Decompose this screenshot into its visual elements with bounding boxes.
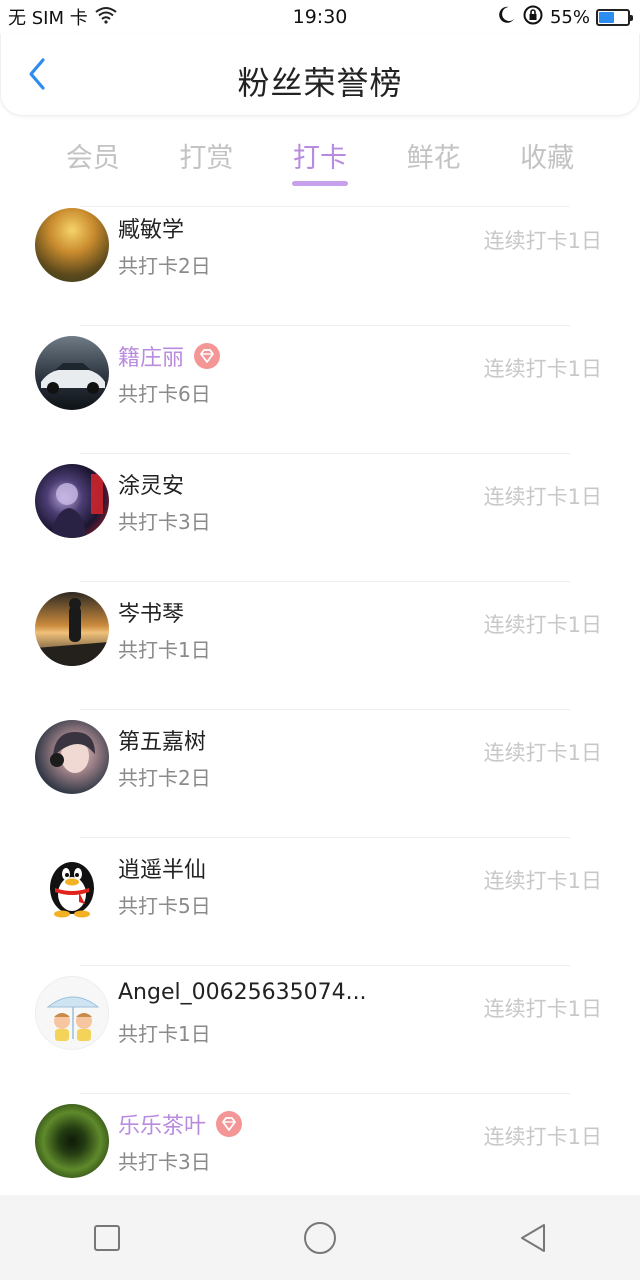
square-icon — [93, 1224, 120, 1251]
carrier-text: 无 SIM 卡 — [8, 8, 88, 29]
diamond-icon — [194, 343, 221, 369]
user-name: 逍遥半仙 — [118, 858, 207, 883]
page-title: 粉丝荣誉榜 — [237, 64, 403, 102]
diamond-icon — [216, 1111, 243, 1137]
user-name: 涂灵安 — [118, 474, 185, 499]
home-button[interactable] — [290, 1208, 350, 1268]
status-bar: 无 SIM 卡 19:30 55% — [0, 0, 640, 34]
avatar[interactable] — [35, 208, 109, 282]
name-line: 籍庄丽 — [118, 340, 221, 372]
car-image — [41, 363, 105, 394]
avatar[interactable] — [35, 1104, 109, 1178]
concert-image — [51, 474, 103, 538]
streak-checkins: 连续打卡1日 — [483, 869, 602, 893]
total-checkins: 共打卡6日 — [118, 382, 211, 406]
user-name: 第五嘉树 — [118, 730, 207, 755]
battery-text: 55% — [549, 6, 590, 28]
triangle-back-icon — [521, 1223, 546, 1252]
checkin-list: 臧敏学 共打卡2日 连续打卡1日 籍庄丽 共打卡6日 连续打卡1日 涂灵安 共打… — [0, 200, 640, 1195]
name-line: 臧敏学 — [118, 212, 184, 244]
total-checkins: 共打卡1日 — [118, 638, 211, 662]
user-name: 籍庄丽 — [118, 346, 185, 371]
rotation-lock-icon — [522, 4, 544, 31]
status-left: 无 SIM 卡 — [8, 4, 118, 30]
tab-checkin[interactable]: 打卡 — [263, 130, 377, 190]
tab-favorites[interactable]: 收藏 — [490, 130, 604, 190]
tab-bar: 会员 打赏 打卡 鲜花 收藏 — [36, 130, 604, 190]
penguin-icon — [50, 862, 94, 918]
list-item[interactable]: 岑书琴 共打卡1日 连续打卡1日 — [0, 582, 640, 710]
sunset-image — [35, 598, 109, 666]
list-item[interactable]: 涂灵安 共打卡3日 连续打卡1日 — [0, 454, 640, 582]
header: 粉丝荣誉榜 — [0, 34, 640, 116]
battery-level — [599, 11, 615, 23]
streak-checkins: 连续打卡1日 — [483, 485, 602, 509]
tab-member[interactable]: 会员 — [36, 130, 150, 190]
name-line: Angel_00625635074... — [118, 980, 367, 1005]
streak-checkins: 连续打卡1日 — [483, 1125, 602, 1149]
name-line: 逍遥半仙 — [118, 852, 206, 884]
streak-checkins: 连续打卡1日 — [483, 357, 602, 381]
total-checkins: 共打卡2日 — [118, 766, 211, 790]
streak-checkins: 连续打卡1日 — [483, 997, 602, 1021]
moon-icon — [496, 5, 516, 30]
list-item[interactable]: 乐乐茶叶 共打卡3日 连续打卡1日 — [0, 1094, 640, 1195]
user-name: 岑书琴 — [118, 602, 185, 627]
list-item[interactable]: 逍遥半仙 共打卡5日 连续打卡1日 — [0, 838, 640, 966]
list-item[interactable]: 籍庄丽 共打卡6日 连续打卡1日 — [0, 326, 640, 454]
avatar[interactable] — [35, 976, 109, 1050]
wifi-icon — [94, 6, 118, 29]
portrait-image — [50, 732, 95, 773]
total-checkins: 共打卡2日 — [118, 254, 211, 278]
avatar[interactable] — [35, 720, 109, 794]
total-checkins: 共打卡3日 — [118, 1150, 211, 1174]
cartoon-kids-image — [46, 996, 100, 1041]
user-name: Angel_00625635074... — [118, 980, 367, 1005]
system-back-button[interactable] — [503, 1208, 563, 1268]
name-line: 岑书琴 — [118, 596, 184, 628]
status-right: 55% — [496, 4, 633, 31]
streak-checkins: 连续打卡1日 — [483, 229, 602, 253]
total-checkins: 共打卡3日 — [118, 510, 211, 534]
list-item[interactable]: 臧敏学 共打卡2日 连续打卡1日 — [0, 200, 640, 326]
tab-reward[interactable]: 打赏 — [150, 130, 264, 190]
user-name: 乐乐茶叶 — [118, 1114, 207, 1139]
recent-apps-button[interactable] — [77, 1208, 137, 1268]
avatar[interactable] — [35, 464, 109, 538]
streak-checkins: 连续打卡1日 — [483, 613, 602, 637]
tab-flowers[interactable]: 鲜花 — [377, 130, 491, 190]
name-line: 第五嘉树 — [118, 724, 206, 756]
list-item[interactable]: Angel_00625635074... 共打卡1日 连续打卡1日 — [0, 966, 640, 1094]
avatar[interactable] — [35, 592, 109, 666]
circle-icon — [303, 1221, 336, 1254]
avatar[interactable] — [35, 848, 109, 922]
name-line: 乐乐茶叶 — [118, 1108, 243, 1140]
list-item[interactable]: 第五嘉树 共打卡2日 连续打卡1日 — [0, 710, 640, 838]
battery-icon — [596, 8, 633, 26]
total-checkins: 共打卡1日 — [118, 1022, 211, 1046]
avatar[interactable] — [35, 336, 109, 410]
screen: 无 SIM 卡 19:30 55% 粉丝荣誉榜 会员 打赏 打卡 鲜花 收藏 臧… — [0, 0, 640, 1280]
user-name: 臧敏学 — [118, 218, 185, 243]
total-checkins: 共打卡5日 — [118, 894, 211, 918]
navigation-bar — [0, 1195, 640, 1280]
streak-checkins: 连续打卡1日 — [483, 741, 602, 765]
name-line: 涂灵安 — [118, 468, 184, 500]
